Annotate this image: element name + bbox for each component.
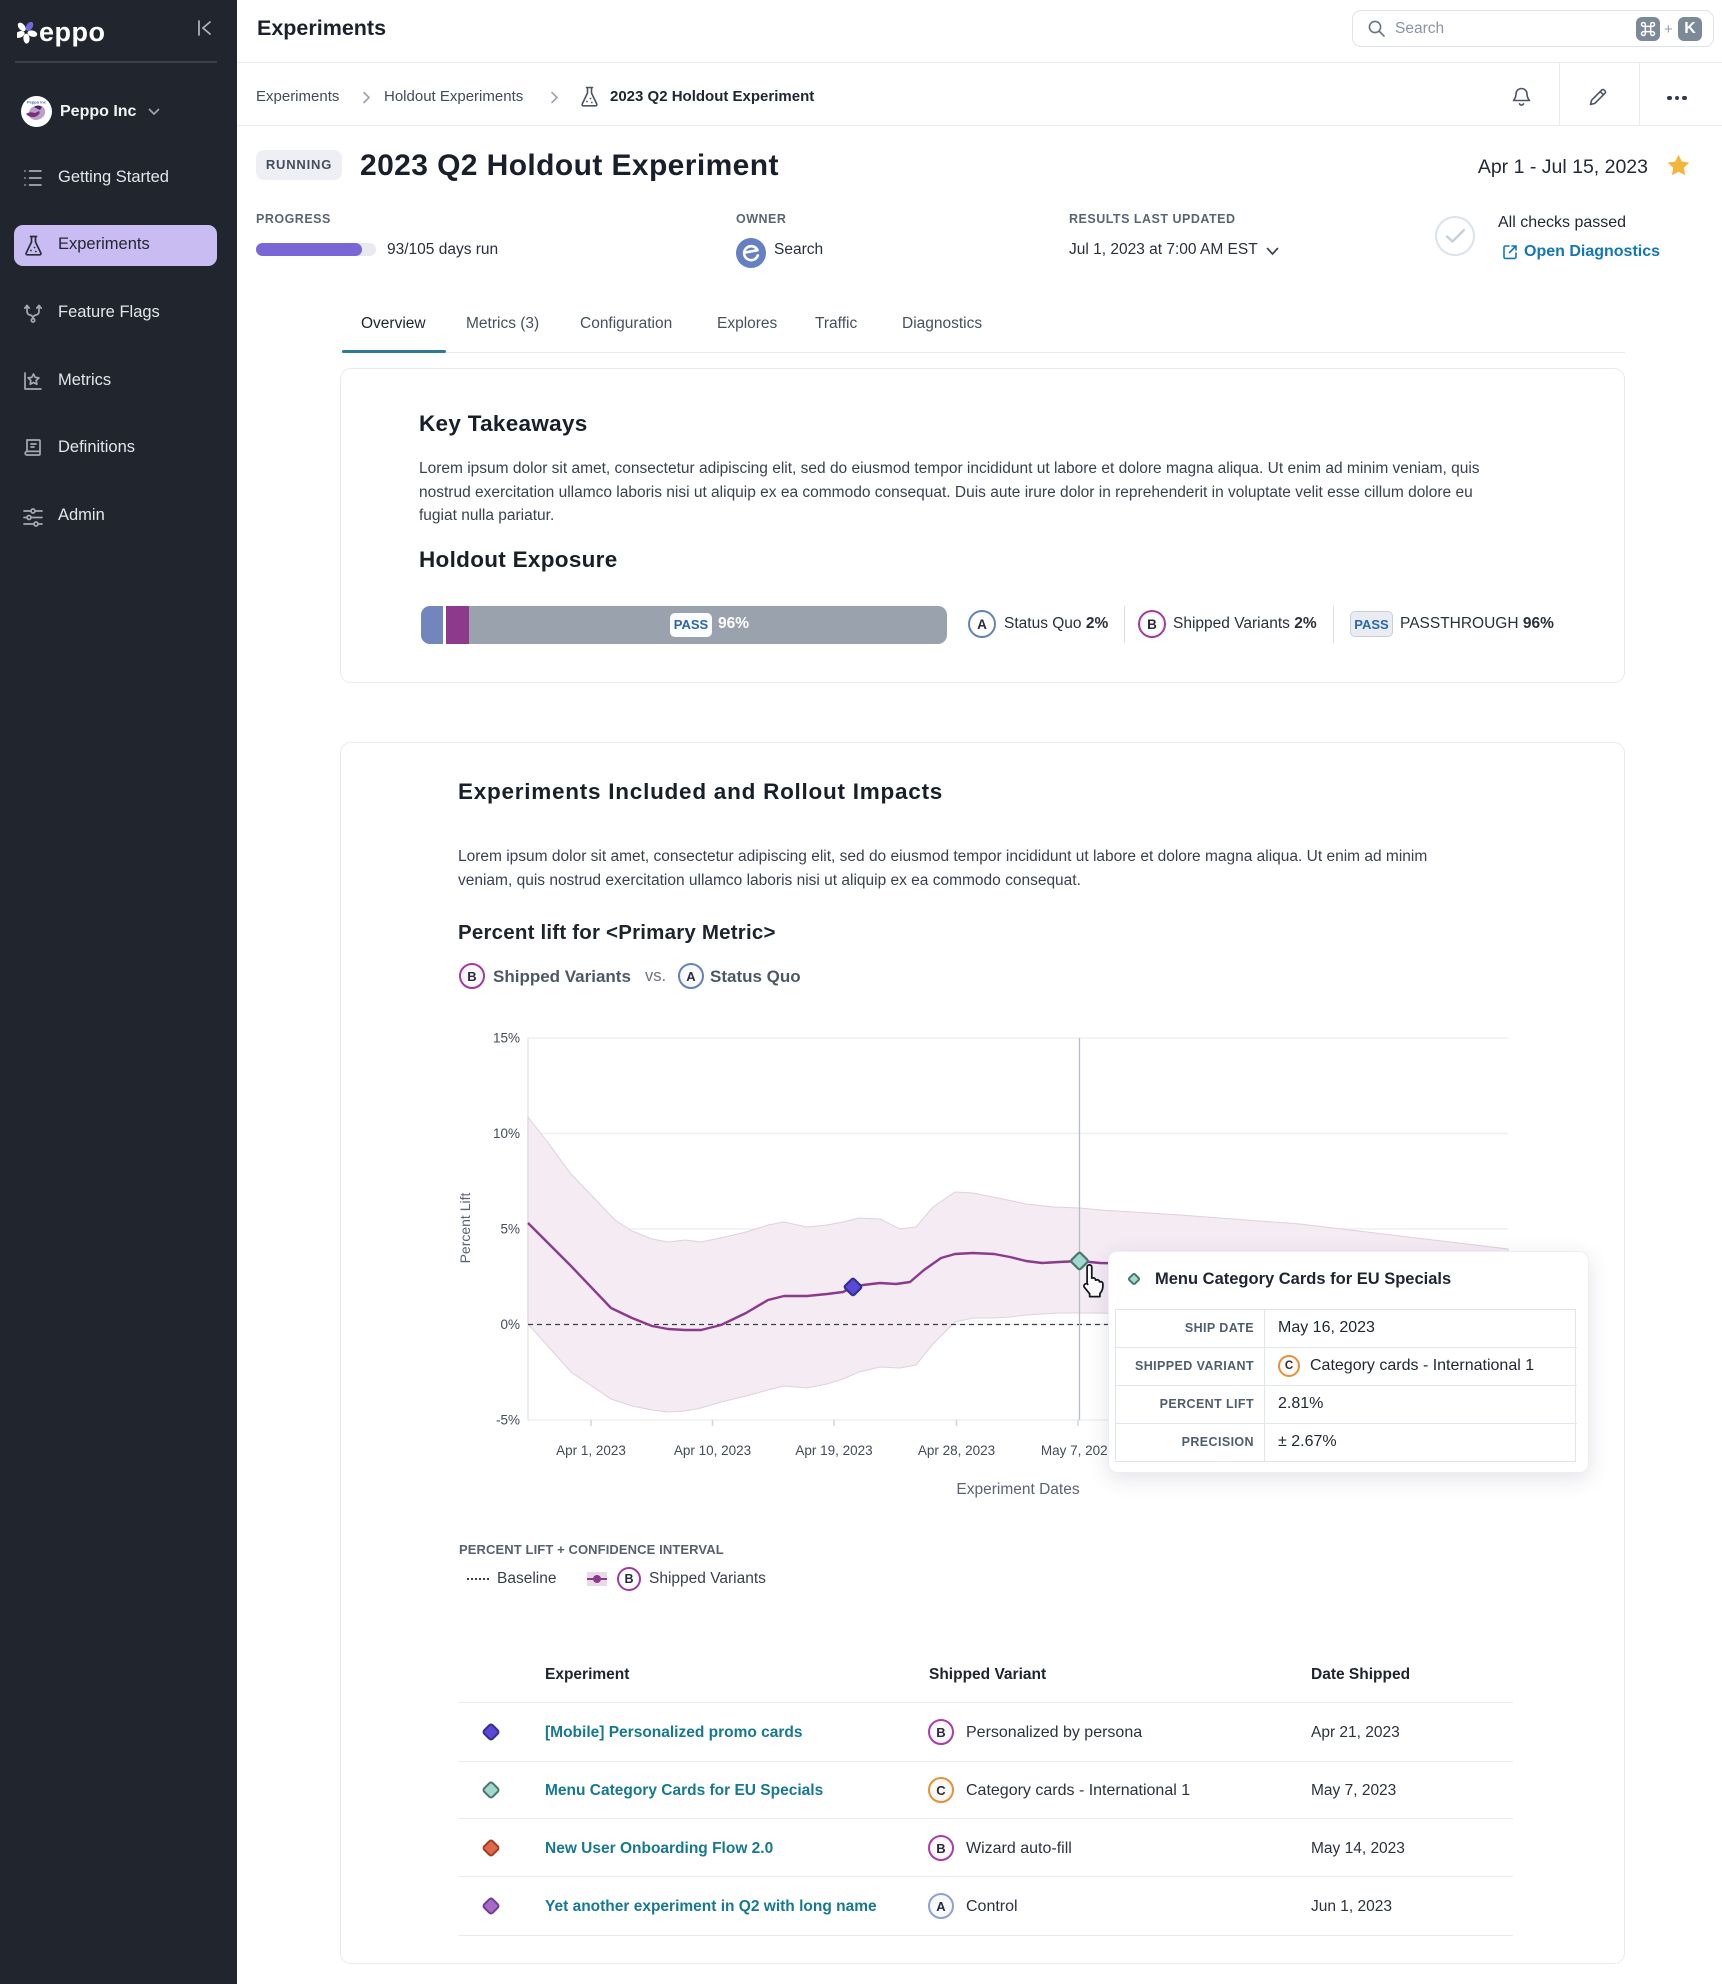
svg-text:Apr 28, 2023: Apr 28, 2023 — [918, 1443, 995, 1458]
svg-text:Experiment Dates: Experiment Dates — [956, 1481, 1079, 1498]
svg-text:Apr 19, 2023: Apr 19, 2023 — [795, 1443, 872, 1458]
svg-text:May 7, 2023: May 7, 2023 — [1041, 1443, 1115, 1458]
svg-text:Peppo Inc: Peppo Inc — [27, 100, 47, 105]
svg-text:eppo: eppo — [39, 17, 106, 47]
svg-text:Apr 10, 2023: Apr 10, 2023 — [674, 1443, 751, 1458]
svg-text:10%: 10% — [493, 1126, 520, 1141]
svg-text:Apr 1, 2023: Apr 1, 2023 — [556, 1443, 626, 1458]
svg-text:15%: 15% — [493, 1031, 520, 1046]
svg-text:Percent Lift: Percent Lift — [457, 1192, 473, 1263]
svg-text:0%: 0% — [500, 1317, 520, 1332]
svg-text:-5%: -5% — [496, 1413, 520, 1428]
svg-text:5%: 5% — [500, 1222, 520, 1237]
